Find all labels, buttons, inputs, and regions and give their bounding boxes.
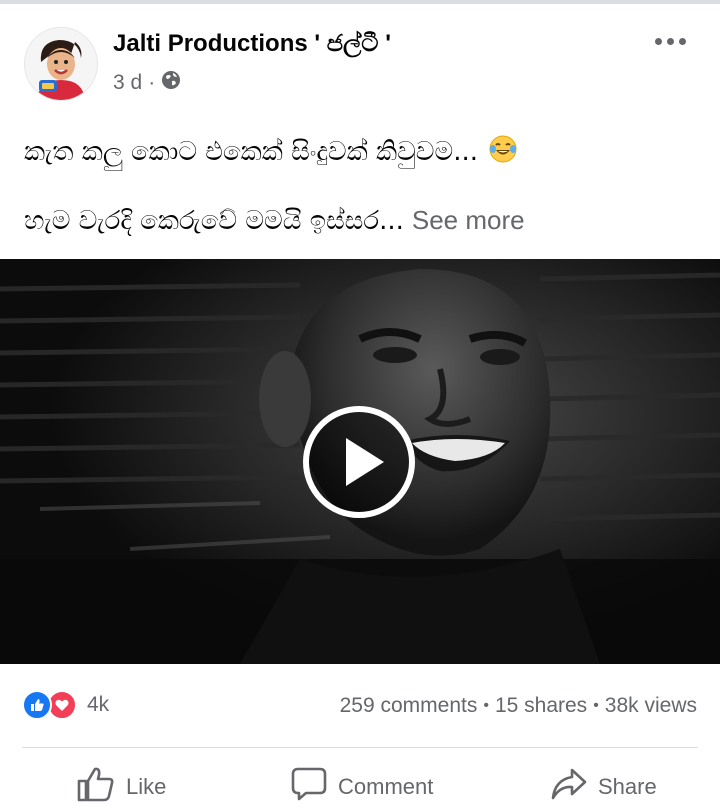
views-count: 38k views — [604, 694, 697, 717]
caption-text-2: හැම වැරදි කෙරුවේ මමයි ඉස්සර... — [24, 206, 404, 236]
caption-line-2: හැම වැරදි කෙරුවේ මමයි ඉස්සර... See more — [24, 205, 525, 237]
engagement-stats: 4k 259 comments • 15 shares • 38k views — [0, 690, 720, 726]
video-player[interactable] — [0, 259, 720, 664]
author-name[interactable]: Jalti Productions ' ජල්ටී ' — [113, 30, 391, 58]
like-label: Like — [126, 774, 167, 799]
avatar-image — [25, 28, 97, 100]
author-avatar[interactable] — [24, 27, 98, 101]
globe-icon — [161, 70, 181, 96]
post-action-bar: Like Comment Share — [0, 766, 720, 806]
comments-count[interactable]: 259 comments — [340, 694, 478, 717]
reaction-count: 4k — [87, 693, 110, 716]
post-meta: 3 d · — [113, 70, 181, 96]
comment-share-view-counts: 259 comments • 15 shares • 38k views — [340, 694, 697, 718]
meta-separator: · — [148, 71, 156, 94]
like-icon — [22, 690, 52, 720]
more-options-icon[interactable] — [650, 30, 690, 52]
share-label: Share — [598, 774, 657, 799]
comment-label: Comment — [338, 774, 434, 799]
more-dot — [654, 37, 662, 45]
more-dot — [666, 37, 674, 45]
play-icon[interactable] — [302, 405, 416, 519]
caption-text-1: කැත කලු කොට එකෙක් සිංදුවක් කිවුවම... — [24, 137, 478, 167]
reaction-summary[interactable]: 4k — [22, 690, 109, 720]
see-more-link[interactable]: See more — [412, 205, 525, 235]
post-time[interactable]: 3 d — [113, 71, 142, 95]
shares-count[interactable]: 15 shares — [495, 694, 587, 717]
caption-line-1: කැත කලු කොට එකෙක් සිංදුවක් කිවුවම... — [24, 134, 518, 171]
laughing-tears-emoji — [488, 134, 518, 171]
more-dot — [678, 37, 686, 45]
stats-separator: • — [483, 697, 489, 715]
actions-divider — [22, 747, 698, 748]
stats-separator: • — [593, 697, 599, 715]
top-divider — [0, 0, 720, 4]
